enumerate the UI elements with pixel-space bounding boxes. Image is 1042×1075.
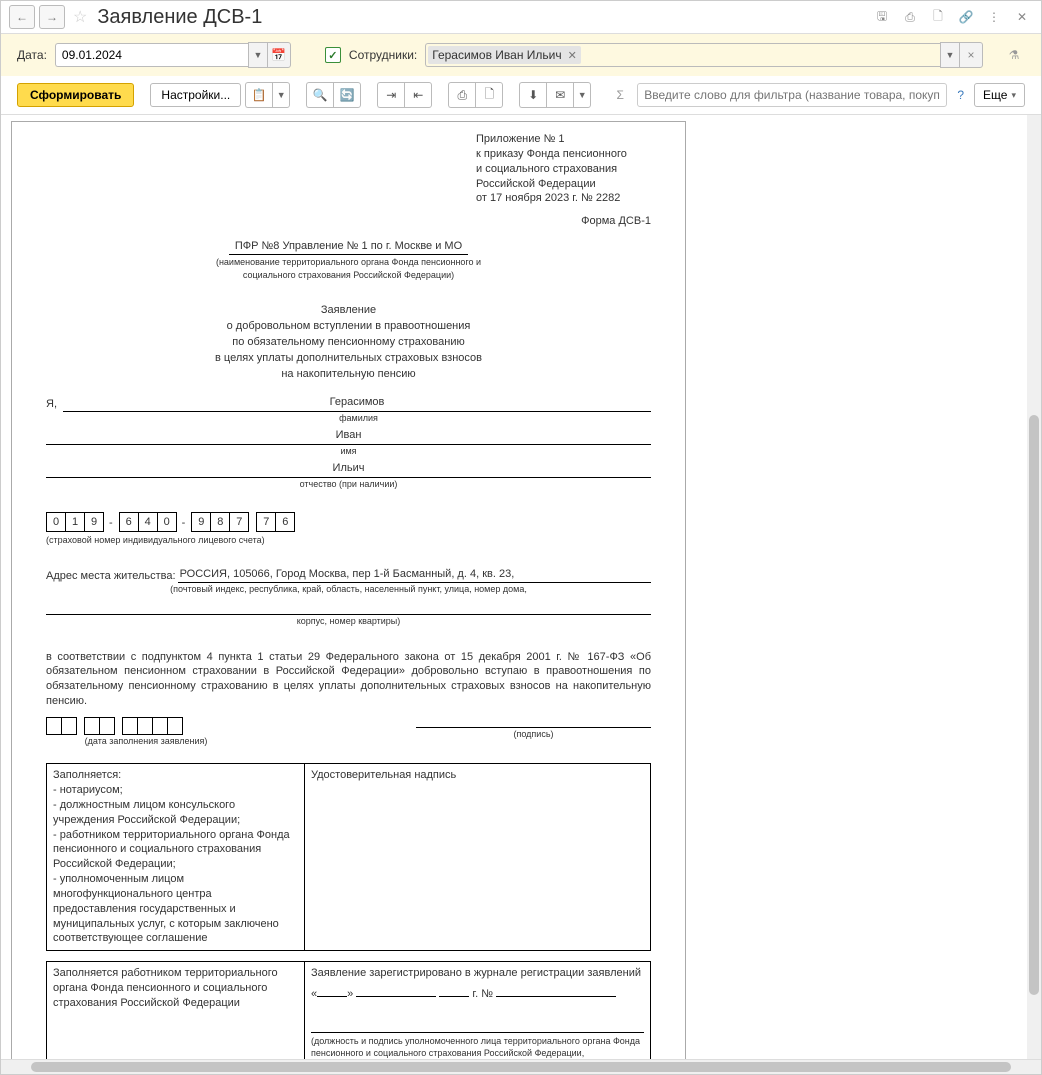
titlebar: ← → ☆ Заявление ДСВ-1 🖫 ⎙ 🗋 🔗 ⋮ ✕: [1, 1, 1041, 34]
signature-line: [416, 713, 651, 728]
link-icon[interactable]: 🔗: [955, 6, 977, 28]
params-bar: Дата: ▼ 📅 ✓ Сотрудники: Герасимов Иван И…: [1, 34, 1041, 76]
fill-date-cells: [46, 717, 246, 735]
expand-icon[interactable]: ⇥: [377, 82, 404, 108]
email-icon[interactable]: ✉: [546, 82, 573, 108]
filter-input[interactable]: [637, 83, 947, 107]
name-value: Иван: [46, 428, 651, 445]
employees-dropdown[interactable]: ▼: [940, 42, 959, 68]
print-icon[interactable]: ⎙: [899, 6, 921, 28]
org-block: ПФР №8 Управление № 1 по г. Москве и МО …: [46, 239, 651, 281]
email-dropdown[interactable]: ▼: [573, 82, 591, 108]
collapse-icon[interactable]: ⇤: [404, 82, 432, 108]
date-input[interactable]: [55, 43, 248, 67]
org-name: ПФР №8 Управление № 1 по г. Москве и МО: [229, 239, 468, 255]
name-sub: имя: [46, 445, 651, 457]
vertical-scrollbar[interactable]: [1027, 115, 1041, 1059]
horizontal-scrollbar[interactable]: [1, 1059, 1041, 1074]
employees-input[interactable]: Герасимов Иван Ильич ✕: [425, 43, 940, 67]
favorite-icon[interactable]: ☆: [73, 7, 87, 27]
form-code: Форма ДСВ-1: [46, 214, 651, 229]
patronymic-sub: отчество (при наличии): [46, 478, 651, 490]
employees-label: Сотрудники:: [349, 48, 417, 62]
t2-c2: Заявление зарегистрировано в журнале рег…: [305, 962, 651, 1059]
filter-icon[interactable]: ⚗: [1003, 44, 1025, 66]
t1-c2: Удостоверительная надпись: [305, 764, 651, 951]
back-button[interactable]: ←: [9, 5, 35, 29]
employees-checkbox[interactable]: ✓: [325, 47, 341, 63]
appendix-block: Приложение № 1 к приказу Фонда пенсионно…: [476, 132, 646, 206]
preview-icon[interactable]: 🗋: [927, 6, 949, 28]
t2-c1: Заполняется работником территориального …: [47, 962, 305, 1059]
fill-date-sub: (дата заполнения заявления): [46, 735, 246, 747]
date-label: Дата:: [17, 48, 47, 62]
heading: Заявление о добровольном вступлении в пр…: [46, 303, 651, 381]
address-sub2: корпус, номер квартиры): [46, 615, 651, 627]
snils-block: 0 1 9 - 6 4 0 - 9 8 7 7 6: [46, 512, 651, 532]
signature-sub: (подпись): [416, 728, 651, 740]
print-preview-icon[interactable]: 🗋: [475, 82, 503, 108]
law-text: в соответствии с подпунктом 4 пункта 1 с…: [46, 650, 651, 709]
help-icon[interactable]: ?: [957, 88, 964, 102]
sum-icon[interactable]: Σ: [607, 83, 633, 107]
more-icon[interactable]: ⋮: [983, 6, 1005, 28]
employee-tag: Герасимов Иван Ильич ✕: [428, 46, 581, 64]
forward-button[interactable]: →: [39, 5, 65, 29]
employee-tag-label: Герасимов Иван Ильич: [432, 48, 561, 62]
patronymic-value: Ильич: [46, 461, 651, 478]
save-icon[interactable]: 🖫: [871, 6, 893, 28]
variants-dropdown[interactable]: ▼: [272, 82, 290, 108]
find-next-icon[interactable]: 🔄: [333, 82, 361, 108]
surname-value: Герасимов: [63, 395, 651, 412]
surname-sub: фамилия: [66, 412, 651, 424]
close-icon[interactable]: ✕: [1011, 6, 1033, 28]
address-value: РОССИЯ, 105066, Город Москва, пер 1-й Ба…: [178, 567, 651, 584]
address-sub1: (почтовый индекс, республика, край, обла…: [46, 583, 651, 595]
ya-label: Я,: [46, 397, 57, 412]
save-file-icon[interactable]: ⬇: [519, 82, 546, 108]
toolbar: Сформировать Настройки... 📋 ▼ 🔍 🔄 ⇥ ⇤ ⎙ …: [1, 76, 1041, 115]
employees-clear[interactable]: ×: [959, 42, 983, 68]
settings-button[interactable]: Настройки...: [150, 83, 241, 107]
document-area: Приложение № 1 к приказу Фонда пенсионно…: [1, 115, 1041, 1059]
document: Приложение № 1 к приказу Фонда пенсионно…: [11, 121, 686, 1059]
print-button-icon[interactable]: ⎙: [448, 82, 475, 108]
generate-button[interactable]: Сформировать: [17, 83, 134, 107]
more-button[interactable]: Еще▾: [974, 83, 1025, 107]
find-icon[interactable]: 🔍: [306, 82, 333, 108]
fill-table-2: Заполняется работником территориального …: [46, 961, 651, 1059]
fill-table-1: Заполняется: - нотариусом; - должностным…: [46, 763, 651, 951]
date-dropdown[interactable]: ▼: [248, 42, 267, 68]
page-title: Заявление ДСВ-1: [97, 6, 867, 29]
calendar-icon[interactable]: 📅: [267, 42, 291, 68]
address-label: Адрес места жительства:: [46, 569, 176, 584]
snils-sub: (страховой номер индивидуального лицевог…: [46, 534, 651, 546]
t1-c1: Заполняется: - нотариусом; - должностным…: [47, 764, 305, 951]
variants-icon[interactable]: 📋: [245, 82, 272, 108]
tag-remove-icon[interactable]: ✕: [568, 49, 577, 62]
